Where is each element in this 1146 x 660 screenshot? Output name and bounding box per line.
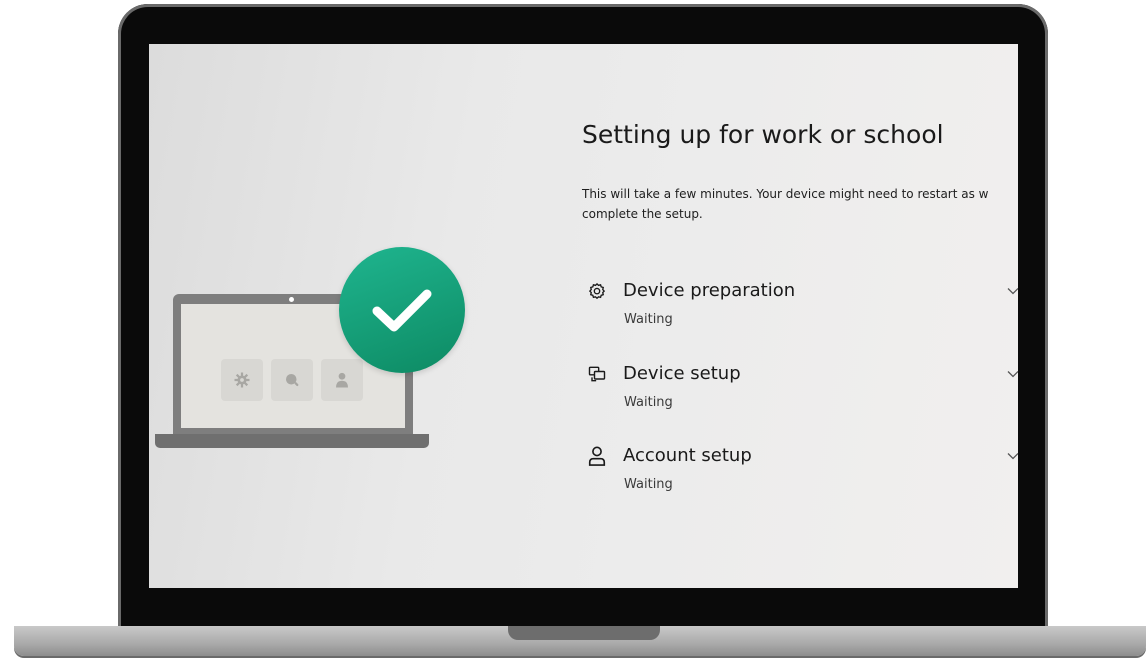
step-label: Account setup	[623, 445, 752, 466]
chevron-down-icon[interactable]	[1006, 284, 1018, 298]
laptop-mockup: Setting up for work or school This will …	[0, 0, 1146, 660]
setup-screen: Setting up for work or school This will …	[149, 44, 1018, 588]
gear-icon	[221, 359, 263, 401]
setup-description: This will take a few minutes. Your devic…	[582, 184, 1018, 224]
chevron-down-icon[interactable]	[1006, 367, 1018, 381]
person-icon	[321, 359, 363, 401]
step-status: Waiting	[624, 395, 673, 410]
description-line-1: This will take a few minutes. Your devic…	[582, 187, 989, 201]
step-device-setup[interactable]: Device setup Waiting	[582, 363, 1018, 423]
gear-icon	[586, 280, 608, 302]
step-status: Waiting	[624, 477, 673, 492]
page-title: Setting up for work or school	[582, 120, 944, 149]
checkmark-icon	[339, 247, 465, 373]
step-device-preparation[interactable]: Device preparation Waiting	[582, 280, 1018, 340]
step-account-setup[interactable]: Account setup Waiting	[582, 445, 1018, 505]
devices-icon	[586, 363, 608, 385]
step-status: Waiting	[624, 312, 673, 327]
laptop-notch	[508, 626, 660, 640]
illustration-laptop-base	[155, 434, 429, 448]
chevron-down-icon[interactable]	[1006, 449, 1018, 463]
description-line-2: complete the setup.	[582, 207, 703, 221]
step-label: Device preparation	[623, 280, 796, 301]
camera-dot	[289, 297, 294, 302]
search-icon	[271, 359, 313, 401]
step-label: Device setup	[623, 363, 741, 384]
person-icon	[586, 445, 608, 467]
